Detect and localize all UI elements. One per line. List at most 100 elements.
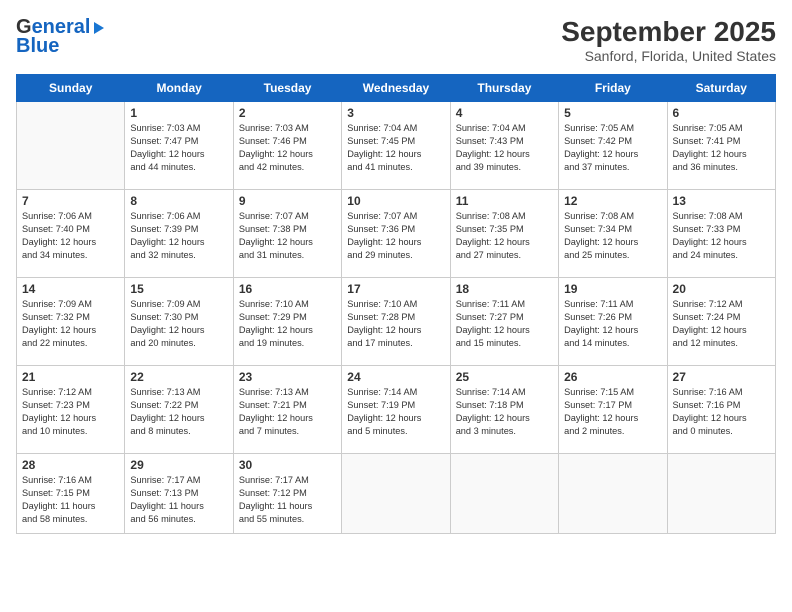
calendar-cell: 18 Sunrise: 7:11 AM Sunset: 7:27 PM Dayli…	[450, 278, 558, 366]
day-number: 11	[456, 194, 553, 208]
day-number: 25	[456, 370, 553, 384]
calendar-cell: 28Sunrise: 7:16 AM Sunset: 7:15 PM Dayli…	[17, 454, 125, 534]
day-number: 21	[22, 370, 119, 384]
page: G eneral Blue September 2025 Sanford, Fl…	[0, 0, 792, 612]
day-number: 16	[239, 282, 336, 296]
calendar-cell: 5Sunrise: 7:05 AM Sunset: 7:42 PM Daylig…	[559, 102, 667, 190]
calendar-cell: 30Sunrise: 7:17 AM Sunset: 7:12 PM Dayli…	[233, 454, 341, 534]
calendar-cell: 29 Sunrise: 7:17 AM Sunset: 7:13 PM Dayli…	[125, 454, 233, 534]
calendar-cell: 1Sunrise: 7:03 AM Sunset: 7:47 PM Daylig…	[125, 102, 233, 190]
day-info: Sunrise: 7:06 AM Sunset: 7:39 PM Dayligh…	[130, 210, 227, 262]
day-number: 20	[673, 282, 770, 296]
title-area: September 2025 Sanford, Florida, United …	[561, 16, 776, 64]
day-info: Sunrise: 7:07 AM Sunset: 7:36 PM Dayligh…	[347, 210, 444, 262]
calendar-cell: 7 Sunrise: 7:06 AM Sunset: 7:40 PM Daylig…	[17, 190, 125, 278]
day-info: Sunrise: 7:08 AM Sunset: 7:33 PM Dayligh…	[673, 210, 770, 262]
day-info: Sunrise: 7:11 AM Sunset: 7:27 PM Dayligh…	[456, 298, 553, 350]
day-info: Sunrise: 7:04 AM Sunset: 7:45 PM Dayligh…	[347, 122, 444, 174]
logo-triangle-icon	[94, 22, 104, 34]
day-info: Sunrise: 7:07 AM Sunset: 7:38 PM Dayligh…	[239, 210, 336, 262]
day-number: 2	[239, 106, 336, 120]
day-info: Sunrise: 7:10 AM Sunset: 7:29 PM Dayligh…	[239, 298, 336, 350]
day-number: 15	[130, 282, 227, 296]
calendar-week-row-2: 7 Sunrise: 7:06 AM Sunset: 7:40 PM Daylig…	[17, 190, 776, 278]
day-info: Sunrise: 7:08 AM Sunset: 7:35 PM Dayligh…	[456, 210, 553, 262]
day-number: 22	[130, 370, 227, 384]
day-number: 6	[673, 106, 770, 120]
day-number: 28	[22, 458, 119, 472]
calendar-cell	[17, 102, 125, 190]
calendar-cell: 26 Sunrise: 7:15 AM Sunset: 7:17 PM Dayli…	[559, 366, 667, 454]
calendar-week-row-5: 28Sunrise: 7:16 AM Sunset: 7:15 PM Dayli…	[17, 454, 776, 534]
calendar-cell: 23 Sunrise: 7:13 AM Sunset: 7:21 PM Dayli…	[233, 366, 341, 454]
day-info: Sunrise: 7:06 AM Sunset: 7:40 PM Dayligh…	[22, 210, 119, 262]
day-number: 27	[673, 370, 770, 384]
calendar-week-row-3: 14 Sunrise: 7:09 AM Sunset: 7:32 PM Dayli…	[17, 278, 776, 366]
calendar-cell: 13 Sunrise: 7:08 AM Sunset: 7:33 PM Dayli…	[667, 190, 775, 278]
day-number: 12	[564, 194, 661, 208]
day-info: Sunrise: 7:10 AM Sunset: 7:28 PM Dayligh…	[347, 298, 444, 350]
header: G eneral Blue September 2025 Sanford, Fl…	[16, 16, 776, 64]
header-thursday: Thursday	[450, 75, 558, 102]
day-info: Sunrise: 7:09 AM Sunset: 7:30 PM Dayligh…	[130, 298, 227, 350]
calendar-cell: 12Sunrise: 7:08 AM Sunset: 7:34 PM Dayli…	[559, 190, 667, 278]
day-number: 4	[456, 106, 553, 120]
day-number: 30	[239, 458, 336, 472]
weekday-header-row: Sunday Monday Tuesday Wednesday Thursday…	[17, 75, 776, 102]
calendar-cell: 16 Sunrise: 7:10 AM Sunset: 7:29 PM Dayli…	[233, 278, 341, 366]
day-number: 1	[130, 106, 227, 120]
calendar-cell	[559, 454, 667, 534]
day-info: Sunrise: 7:14 AM Sunset: 7:18 PM Dayligh…	[456, 386, 553, 438]
day-number: 29	[130, 458, 227, 472]
header-tuesday: Tuesday	[233, 75, 341, 102]
day-number: 23	[239, 370, 336, 384]
calendar-cell: 27Sunrise: 7:16 AM Sunset: 7:16 PM Dayli…	[667, 366, 775, 454]
calendar-title: September 2025	[561, 16, 776, 48]
calendar-cell: 14 Sunrise: 7:09 AM Sunset: 7:32 PM Dayli…	[17, 278, 125, 366]
calendar-cell: 6 Sunrise: 7:05 AM Sunset: 7:41 PM Daylig…	[667, 102, 775, 190]
day-number: 24	[347, 370, 444, 384]
day-info: Sunrise: 7:09 AM Sunset: 7:32 PM Dayligh…	[22, 298, 119, 350]
day-number: 19	[564, 282, 661, 296]
calendar-cell	[667, 454, 775, 534]
day-info: Sunrise: 7:17 AM Sunset: 7:13 PM Dayligh…	[130, 474, 227, 526]
calendar-cell: 2 Sunrise: 7:03 AM Sunset: 7:46 PM Daylig…	[233, 102, 341, 190]
header-monday: Monday	[125, 75, 233, 102]
day-number: 3	[347, 106, 444, 120]
day-info: Sunrise: 7:12 AM Sunset: 7:24 PM Dayligh…	[673, 298, 770, 350]
day-number: 14	[22, 282, 119, 296]
day-info: Sunrise: 7:05 AM Sunset: 7:41 PM Dayligh…	[673, 122, 770, 174]
day-number: 13	[673, 194, 770, 208]
header-wednesday: Wednesday	[342, 75, 450, 102]
calendar-cell: 19 Sunrise: 7:11 AM Sunset: 7:26 PM Dayli…	[559, 278, 667, 366]
calendar-week-row-4: 21Sunrise: 7:12 AM Sunset: 7:23 PM Dayli…	[17, 366, 776, 454]
calendar-cell: 4Sunrise: 7:04 AM Sunset: 7:43 PM Daylig…	[450, 102, 558, 190]
calendar-table: Sunday Monday Tuesday Wednesday Thursday…	[16, 74, 776, 534]
day-info: Sunrise: 7:13 AM Sunset: 7:22 PM Dayligh…	[130, 386, 227, 438]
day-info: Sunrise: 7:13 AM Sunset: 7:21 PM Dayligh…	[239, 386, 336, 438]
calendar-cell: 10Sunrise: 7:07 AM Sunset: 7:36 PM Dayli…	[342, 190, 450, 278]
calendar-cell: 15 Sunrise: 7:09 AM Sunset: 7:30 PM Dayli…	[125, 278, 233, 366]
day-number: 9	[239, 194, 336, 208]
header-friday: Friday	[559, 75, 667, 102]
logo-blue-text: Blue	[16, 35, 59, 58]
calendar-cell	[450, 454, 558, 534]
calendar-cell: 17 Sunrise: 7:10 AM Sunset: 7:28 PM Dayli…	[342, 278, 450, 366]
logo: G eneral Blue	[16, 16, 104, 58]
calendar-week-row-1: 1Sunrise: 7:03 AM Sunset: 7:47 PM Daylig…	[17, 102, 776, 190]
day-info: Sunrise: 7:15 AM Sunset: 7:17 PM Dayligh…	[564, 386, 661, 438]
calendar-cell: 8Sunrise: 7:06 AM Sunset: 7:39 PM Daylig…	[125, 190, 233, 278]
day-info: Sunrise: 7:11 AM Sunset: 7:26 PM Dayligh…	[564, 298, 661, 350]
calendar-cell: 11 Sunrise: 7:08 AM Sunset: 7:35 PM Dayli…	[450, 190, 558, 278]
day-number: 7	[22, 194, 119, 208]
day-info: Sunrise: 7:03 AM Sunset: 7:46 PM Dayligh…	[239, 122, 336, 174]
day-info: Sunrise: 7:05 AM Sunset: 7:42 PM Dayligh…	[564, 122, 661, 174]
calendar-cell: 22 Sunrise: 7:13 AM Sunset: 7:22 PM Dayli…	[125, 366, 233, 454]
calendar-cell: 20 Sunrise: 7:12 AM Sunset: 7:24 PM Dayli…	[667, 278, 775, 366]
day-number: 26	[564, 370, 661, 384]
calendar-cell: 21Sunrise: 7:12 AM Sunset: 7:23 PM Dayli…	[17, 366, 125, 454]
header-sunday: Sunday	[17, 75, 125, 102]
header-saturday: Saturday	[667, 75, 775, 102]
day-number: 17	[347, 282, 444, 296]
day-number: 18	[456, 282, 553, 296]
